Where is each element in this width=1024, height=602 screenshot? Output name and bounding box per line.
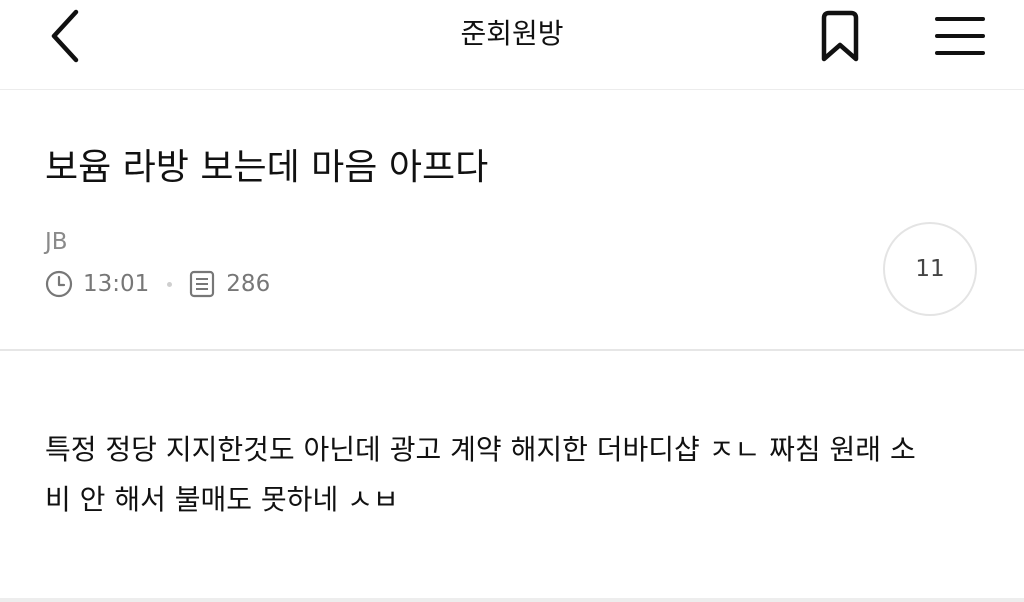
post-title: 보윰 라방 보는데 마음 아프다 <box>45 147 489 188</box>
comment-count-button[interactable]: 11 <box>883 222 977 316</box>
board-title: 준회원방 <box>460 17 564 50</box>
back-button[interactable] <box>34 6 94 66</box>
bookmark-button[interactable] <box>808 4 872 68</box>
post-body: 특정 정당 지지한것도 아닌데 광고 계약 해지한 더바디샵 ㅈㄴ 짜침 원래 … <box>45 425 975 525</box>
body-line: 비 안 해서 불매도 못하네 ㅅㅂ <box>45 483 399 516</box>
bookmark-icon <box>821 10 859 62</box>
post-header: 보윰 라방 보는데 마음 아프다 JB 13:01 286 11 <box>0 91 1024 351</box>
clock-icon <box>45 270 73 298</box>
hamburger-menu-icon <box>935 17 985 55</box>
view-count: 286 <box>226 271 271 297</box>
author-name[interactable]: JB <box>45 227 68 257</box>
chevron-left-icon <box>51 9 79 63</box>
meta-separator <box>167 281 173 287</box>
post-meta: 13:01 286 <box>45 267 270 301</box>
body-line: 특정 정당 지지한것도 아닌데 광고 계약 해지한 더바디샵 ㅈㄴ 짜침 원래 … <box>45 433 916 466</box>
menu-button[interactable] <box>926 4 994 68</box>
post-time: 13:01 <box>83 271 150 297</box>
document-icon <box>188 270 216 298</box>
post-screen: 준회원방 보윰 라방 보는데 마음 아프다 JB 13:01 286 11 특정… <box>0 0 1024 602</box>
top-app-bar: 준회원방 <box>0 0 1024 90</box>
section-divider <box>0 598 1024 602</box>
